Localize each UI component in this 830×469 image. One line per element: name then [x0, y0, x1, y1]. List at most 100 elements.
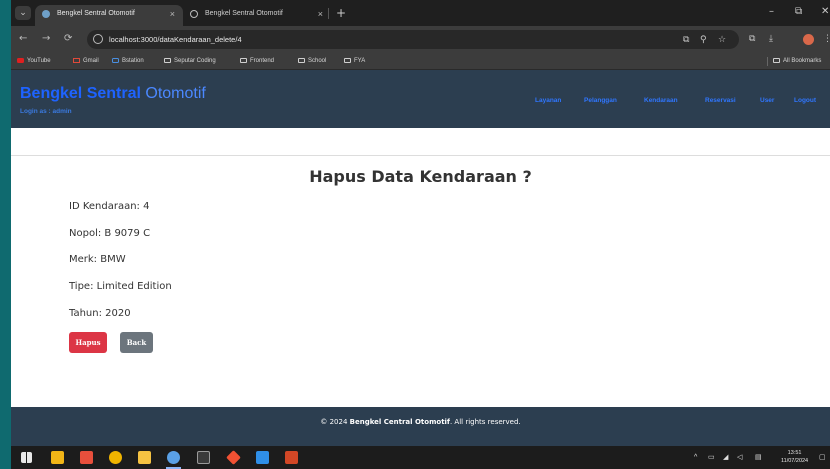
minimize-button[interactable]: –: [769, 5, 774, 19]
tab-search-button[interactable]: ⌄: [15, 6, 31, 20]
footer-brand: Bengkel Central Otomotif: [349, 418, 450, 426]
nav-user[interactable]: User: [760, 97, 774, 104]
close-window-button[interactable]: ✕: [821, 5, 829, 19]
volume-icon[interactable]: ◁: [737, 446, 742, 469]
field-label: Nopol:: [69, 228, 102, 239]
file-explorer-icon[interactable]: [51, 451, 64, 464]
clock-time: 13:51: [787, 450, 802, 456]
downloads-icon[interactable]: ⤓: [769, 33, 773, 45]
profile-avatar[interactable]: [803, 34, 814, 45]
bookmarks-divider: [767, 57, 768, 66]
site-info-icon[interactable]: [93, 34, 103, 44]
site-favicon-icon: [42, 10, 50, 18]
brand-bold: Bengkel Sentral: [20, 85, 141, 102]
field-tipe: Tipe: Limited Edition: [69, 280, 172, 294]
nav-pelanggan[interactable]: Pelanggan: [584, 97, 617, 104]
tab-active[interactable]: Bengkel Sentral Otomotif ×: [35, 5, 183, 26]
tab-title: Bengkel Sentral Otomotif: [205, 10, 283, 17]
new-tab-button[interactable]: +: [336, 5, 346, 21]
install-app-icon[interactable]: ⧉: [683, 35, 689, 45]
forward-button[interactable]: →: [42, 32, 50, 46]
footer-prefix: © 2024: [320, 418, 350, 426]
tab-close-icon[interactable]: ×: [170, 5, 175, 23]
login-user: admin: [52, 108, 72, 115]
clock-date: 11/07/2024: [781, 458, 809, 464]
header-divider: [11, 155, 830, 156]
notifications-icon[interactable]: ▢: [819, 446, 826, 469]
browser-menu-icon[interactable]: ⋮: [823, 33, 830, 45]
tray-chevron-icon[interactable]: ^: [694, 446, 697, 469]
bookmark-youtube[interactable]: YouTube: [17, 53, 51, 69]
browser-toolbar: ← → ⟳ localhost:3000/dataKendaraan_delet…: [11, 26, 830, 53]
delete-button[interactable]: Hapus: [69, 332, 107, 353]
nav-logout[interactable]: Logout: [794, 97, 816, 104]
taskbar-clock[interactable]: 13:51 11/07/2024: [781, 449, 808, 465]
page-title: Hapus Data Kendaraan ?: [309, 167, 532, 186]
battery-icon[interactable]: ▭: [708, 446, 715, 469]
globe-icon: [190, 10, 198, 18]
field-label: ID Kendaraan:: [69, 201, 140, 212]
field-tahun: Tahun: 2020: [69, 307, 131, 321]
field-value: B 9079 C: [104, 228, 151, 239]
folder-icon: [344, 58, 351, 63]
field-id: ID Kendaraan: 4: [69, 200, 150, 214]
app-icon[interactable]: [80, 451, 93, 464]
field-merk: Merk: BMW: [69, 253, 126, 267]
keyboard-icon[interactable]: ▤: [755, 446, 762, 469]
os-taskbar: ^ ▭ ◢ ◁ ▤ 13:51 11/07/2024 ▢: [11, 446, 830, 469]
url-text[interactable]: localhost:3000/dataKendaraan_delete/4: [109, 30, 242, 49]
footer-suffix: . All rights reserved.: [449, 418, 521, 426]
wifi-icon[interactable]: ◢: [723, 446, 728, 469]
powerpoint-icon[interactable]: [285, 451, 298, 464]
chrome-icon[interactable]: [109, 451, 122, 464]
back-button-page[interactable]: Back: [120, 332, 153, 353]
maximize-button[interactable]: ⧉: [795, 5, 802, 19]
nav-layanan[interactable]: Layanan: [535, 97, 561, 104]
site-footer: © 2024 Bengkel Central Otomotif. All rig…: [11, 407, 830, 446]
vscode-icon[interactable]: [256, 451, 269, 464]
bookmark-fya[interactable]: FYA: [344, 53, 365, 69]
brand-light: Otomotif: [145, 85, 206, 102]
site-header: Bengkel Sentral Otomotif Login as : admi…: [11, 70, 830, 128]
screen: ⌄ Bengkel Sentral Otomotif × Bengkel Sen…: [11, 0, 830, 469]
nav-kendaraan[interactable]: Kendaraan: [644, 97, 678, 104]
field-value: Limited Edition: [96, 281, 172, 292]
login-prefix: Login as :: [20, 108, 53, 115]
field-value: BMW: [100, 254, 126, 265]
windows-start-icon[interactable]: [21, 452, 32, 463]
reload-button[interactable]: ⟳: [64, 32, 72, 46]
web-page: Bengkel Sentral Otomotif Login as : admi…: [11, 70, 830, 446]
bookmark-seputar-coding[interactable]: Seputar Coding: [164, 53, 216, 69]
nav-reservasi[interactable]: Reservasi: [705, 97, 736, 104]
tab-strip: ⌄ Bengkel Sentral Otomotif × Bengkel Sen…: [11, 0, 830, 26]
tab-inactive[interactable]: Bengkel Sentral Otomotif ×: [183, 5, 331, 26]
folder-icon: [164, 58, 171, 63]
back-button[interactable]: ←: [19, 32, 27, 46]
bookmark-gmail[interactable]: Gmail: [73, 53, 99, 69]
address-bar[interactable]: localhost:3000/dataKendaraan_delete/4 ⧉ …: [87, 30, 739, 49]
files-icon[interactable]: [138, 451, 151, 464]
folder-icon: [298, 58, 305, 63]
bookmark-star-icon[interactable]: ☆: [718, 35, 726, 45]
site-brand[interactable]: Bengkel Sentral Otomotif: [20, 84, 206, 104]
git-icon[interactable]: [226, 450, 241, 465]
field-label: Tahun:: [69, 308, 102, 319]
bookmark-frontend[interactable]: Frontend: [240, 53, 274, 69]
chrome-active-icon[interactable]: [166, 451, 181, 469]
field-label: Tipe:: [69, 281, 94, 292]
tab-divider: [328, 8, 329, 19]
all-bookmarks-button[interactable]: All Bookmarks: [773, 53, 821, 69]
field-value: 4: [143, 201, 150, 212]
zoom-icon[interactable]: ⚲: [700, 35, 707, 45]
login-info: Login as : admin: [20, 108, 72, 115]
tab-close-icon[interactable]: ×: [318, 5, 323, 23]
field-value: 2020: [105, 308, 131, 319]
terminal-icon[interactable]: [197, 451, 210, 464]
extensions-icon[interactable]: ⧉: [749, 33, 755, 45]
field-label: Merk:: [69, 254, 98, 265]
bstation-icon: [112, 58, 119, 63]
bookmark-bstation[interactable]: Bstation: [112, 53, 144, 69]
field-nopol: Nopol: B 9079 C: [69, 227, 150, 241]
bookmark-school[interactable]: School: [298, 53, 326, 69]
folder-icon: [773, 58, 780, 63]
